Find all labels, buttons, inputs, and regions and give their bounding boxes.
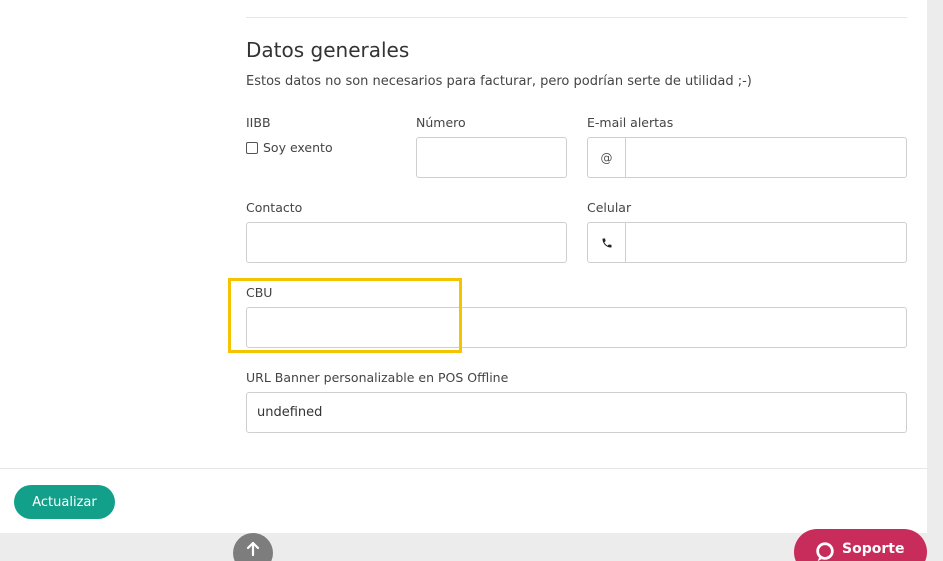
cbu-input[interactable] (246, 307, 907, 348)
phone-icon (588, 223, 626, 262)
update-button[interactable]: Actualizar (14, 485, 115, 519)
numero-label: Número (416, 115, 466, 130)
iibb-exento-checkbox-row[interactable]: Soy exento (246, 140, 333, 155)
iibb-label: IIBB (246, 115, 271, 130)
chat-bubble-icon (816, 542, 834, 561)
email-alertas-group: @ (587, 137, 907, 178)
page: Datos generales Estos datos no son neces… (0, 0, 943, 561)
arrow-up-icon (246, 541, 260, 557)
scroll-to-top-button[interactable] (233, 533, 273, 561)
celular-label: Celular (587, 200, 632, 215)
top-divider (246, 17, 907, 18)
numero-input[interactable] (416, 137, 567, 178)
soy-exento-label: Soy exento (263, 140, 333, 155)
url-banner-label: URL Banner personalizable en POS Offline (246, 370, 509, 385)
cbu-label: CBU (246, 285, 273, 300)
section-title: Datos generales (246, 38, 410, 62)
contacto-input[interactable] (246, 222, 567, 263)
soy-exento-checkbox[interactable] (246, 141, 258, 154)
celular-input[interactable] (626, 223, 906, 262)
email-alertas-label: E-mail alertas (587, 115, 674, 130)
celular-group (587, 222, 907, 263)
support-button[interactable]: Soporte (794, 529, 927, 561)
url-banner-input[interactable] (246, 392, 907, 433)
contacto-label: Contacto (246, 200, 303, 215)
email-alertas-input[interactable] (626, 138, 906, 177)
form-card: Datos generales Estos datos no son neces… (0, 0, 927, 533)
support-label: Soporte (842, 541, 905, 557)
bottom-divider (0, 468, 927, 469)
section-description: Estos datos no son necesarios para factu… (246, 74, 752, 89)
at-addon: @ (588, 138, 626, 177)
